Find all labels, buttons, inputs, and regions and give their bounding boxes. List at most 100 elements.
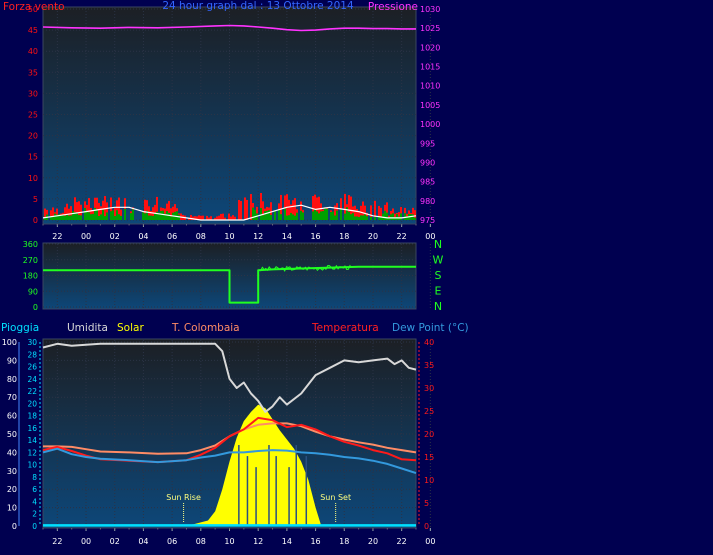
wind-average-bar (132, 209, 134, 220)
wind-average-bar (154, 212, 156, 220)
wind-average-bar (118, 214, 120, 220)
wind-direction-chart: 090180270360 NWSEN (23, 238, 444, 313)
wind-average-bar (290, 212, 292, 220)
temperature-legend: Pioggia Umidita Solar T. Colombaia Tempe… (1, 322, 469, 334)
temperature-tick-label: 35 (424, 361, 434, 370)
humidity-tick-label: 50 (7, 430, 17, 439)
wind-average-bar (322, 211, 324, 220)
sun-event-label: Sun Set (320, 493, 351, 502)
wind-average-bar (312, 211, 314, 220)
wind-average-bar (142, 212, 144, 220)
wind-average-bar (344, 213, 346, 220)
wind-average-bar (318, 213, 320, 220)
wind-average-bar (106, 212, 108, 220)
temperature-humidity-chart: Sun Rise Sun Set 010203040506070809010002… (1, 322, 469, 546)
wind-tick-label: 0 (33, 216, 38, 225)
wind-average-bar (332, 211, 334, 220)
wind-average-bar (302, 212, 304, 220)
wind-average-bar (68, 215, 70, 220)
direction-tick-label: 360 (23, 240, 38, 249)
humidity-tick-label: 10 (7, 504, 17, 513)
wind-average-bar (374, 216, 376, 220)
humidity-tick-label: 100 (2, 338, 17, 347)
wind-average-bar (364, 214, 366, 220)
wind-average-bar (96, 209, 98, 220)
humidity-tick-label: 90 (7, 356, 17, 365)
rain-tick-label: 6 (32, 485, 37, 494)
wind-average-bar (144, 213, 146, 220)
x-tick-label: 06 (167, 537, 177, 546)
wind-speed-bar (250, 194, 252, 220)
pressure-tick-label: 1025 (420, 24, 440, 33)
x-tick-label: 00 (81, 537, 91, 546)
wind-average-bar (392, 213, 394, 220)
wind-average-bar (400, 213, 402, 220)
x-tick-label: 02 (110, 232, 120, 241)
x-tick-label: 04 (138, 232, 148, 241)
compass-label: W (433, 254, 444, 267)
pressure-tick-label: 1005 (420, 101, 440, 110)
humidity-tick-label: 60 (7, 412, 17, 421)
x-tick-label: 18 (339, 232, 349, 241)
temperature-tick-label: 5 (424, 499, 429, 508)
wind-speed-bar (232, 215, 234, 220)
wind-average-bar (116, 210, 118, 220)
compass-label: E (435, 285, 442, 298)
wind-average-bar (296, 212, 298, 220)
wind-average-bar (52, 217, 54, 220)
wind-average-bar (176, 211, 178, 220)
wind-average-bar (262, 215, 264, 220)
direction-tick-label: 270 (23, 256, 38, 265)
pressure-tick-label: 1000 (420, 120, 440, 129)
humidity-tick-label: 0 (12, 522, 17, 531)
x-tick-label: 20 (368, 537, 378, 546)
wind-speed-bar (246, 199, 248, 220)
wind-speed-bar (218, 215, 220, 220)
wind-average-bar (102, 209, 104, 220)
solar-cloud-gap (255, 467, 257, 526)
wind-average-bar (98, 215, 100, 220)
wind-tick-label: 20 (28, 132, 38, 141)
legend-temp-colombaia: T. Colombaia (171, 322, 240, 334)
rain-tick-label: 12 (27, 448, 37, 457)
wind-tick-label: 25 (28, 111, 38, 120)
wind-average-bar (72, 211, 74, 220)
wind-average-bar (278, 209, 280, 220)
wind-average-bar (294, 215, 296, 220)
wind-average-bar (84, 208, 86, 220)
wind-average-bar (80, 215, 82, 220)
pressure-tick-label: 975 (420, 216, 435, 225)
pressure-tick-label: 1030 (420, 5, 440, 14)
wind-tick-label: 30 (28, 89, 38, 98)
x-tick-label: 16 (310, 232, 320, 241)
wind-average-bar (114, 215, 116, 220)
wind-tick-label: 5 (33, 195, 38, 204)
x-tick-label: 02 (110, 537, 120, 546)
wind-average-bar (264, 211, 266, 220)
wind-average-bar (336, 210, 338, 220)
wind-average-bar (300, 210, 302, 220)
rain-tick-label: 14 (27, 436, 37, 445)
wind-average-bar (386, 212, 388, 220)
wind-average-bar (292, 214, 294, 220)
solar-cloud-gap (275, 456, 277, 526)
humidity-tick-label: 30 (7, 467, 17, 476)
wind-average-bar (168, 212, 170, 220)
x-tick-label: 14 (282, 232, 292, 241)
compass-label: N (434, 300, 442, 313)
wind-average-bar (316, 211, 318, 220)
wind-average-bar (360, 215, 362, 220)
x-tick-label: 22 (52, 232, 62, 241)
wind-average-bar (254, 209, 256, 220)
humidity-tick-label: 20 (7, 485, 17, 494)
wind-average-bar (286, 215, 288, 220)
direction-tick-label: 0 (33, 303, 38, 312)
wind-average-bar (150, 215, 152, 220)
wind-average-bar (124, 208, 126, 220)
chart-title: 24 hour graph dal : 13 Ottobre 2014 (162, 0, 354, 12)
rain-tick-label: 4 (32, 497, 37, 506)
rain-tick-label: 26 (27, 363, 37, 372)
wind-average-bar (260, 208, 262, 220)
wind-average-bar (384, 210, 386, 220)
rain-tick-label: 18 (27, 412, 37, 421)
